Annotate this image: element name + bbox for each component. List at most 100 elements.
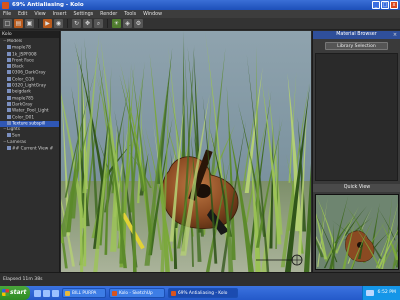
material-icon[interactable]: ◈ — [123, 19, 132, 28]
title-bar: 69% Antialiasing - Kolo _ □ x — [0, 0, 400, 10]
menu-view[interactable]: View — [34, 12, 45, 17]
tree-item[interactable]: ## Current View # — [0, 146, 59, 152]
menu-window[interactable]: Window — [143, 12, 162, 17]
tree-item-label: Cameras — [7, 139, 27, 145]
task-label: 69% Antialiasing - Kolo — [178, 291, 228, 296]
menu-tools[interactable]: Tools — [124, 12, 136, 17]
windows-logo-icon — [2, 289, 9, 296]
media-player-icon[interactable] — [52, 289, 59, 297]
camera-icon[interactable]: ◉ — [54, 19, 63, 28]
show-desktop-icon[interactable] — [34, 289, 41, 297]
material-swatch-icon — [7, 120, 11, 125]
library-selection-button[interactable]: Library Selection — [325, 42, 388, 50]
light-icon[interactable]: ☀ — [112, 19, 121, 28]
tree-item-label: Front Face — [12, 58, 34, 64]
minimize-button[interactable]: _ — [372, 1, 380, 9]
tree-item-label: ## Current View # — [12, 146, 54, 152]
material-swatch-icon — [7, 70, 11, 75]
menu-render[interactable]: Render — [100, 12, 117, 17]
toolbar-separator — [107, 19, 108, 28]
taskbar: start BILL PURPA Kolo - SketchUp 69% Ant… — [0, 286, 400, 300]
material-browser-panel: Material Browser × Library Selection Qui… — [312, 31, 400, 272]
app-logo-icon — [2, 1, 9, 9]
tree-item-label: Color_G16 — [12, 77, 35, 83]
tree-item-label: 0306_DarkGray — [12, 70, 46, 76]
scene-panel: Kolo −Models maple78 1k_JSPF008 Front Face B… — [0, 31, 60, 272]
status-bar: Elapsed 11m 38s — [0, 272, 400, 286]
task-label: BILL PURPA — [72, 291, 97, 296]
scene-tree: −Models maple78 1k_JSPF008 Front Face Black 0… — [0, 38, 59, 153]
material-swatch-icon — [7, 95, 11, 100]
window-title: 69% Antialiasing - Kolo — [12, 2, 84, 8]
zoom-icon[interactable]: ⌕ — [94, 19, 103, 28]
material-swatch-icon — [7, 45, 11, 50]
tree-item-label: 0320_LightGray — [12, 83, 47, 89]
kolo-icon — [171, 291, 176, 296]
clock: 6:52 PM — [377, 290, 396, 295]
sketchup-icon — [112, 291, 117, 296]
taskbar-item-bill-purpa[interactable]: BILL PURPA — [62, 288, 106, 298]
material-swatch-icon — [7, 108, 11, 113]
material-swatch-icon — [7, 64, 11, 69]
tree-item-label: DarkGray — [12, 102, 33, 108]
elapsed-time: Elapsed 11m 38s — [3, 277, 43, 282]
maximize-button[interactable]: □ — [381, 1, 389, 9]
quick-view-bar[interactable]: Quick View — [313, 184, 400, 192]
render-viewport[interactable] — [61, 31, 311, 272]
tree-item-label: Sun — [12, 133, 21, 139]
menu-settings[interactable]: Settings — [73, 12, 93, 17]
material-list-area[interactable] — [315, 53, 398, 181]
material-swatch-icon — [7, 114, 11, 119]
tree-item-label: 1k_JSPF008 — [12, 52, 37, 58]
menu-bar: File Edit View Insert Settings Render To… — [0, 10, 400, 18]
tree-item-label: beigdark — [12, 89, 31, 95]
quick-view-image — [316, 195, 398, 269]
render-icon[interactable]: ▶ — [43, 19, 52, 28]
toolbar: □ ▤ ▣ ▶ ◉ ↻ ✥ ⌕ ☀ ◈ ⚙ — [0, 18, 400, 30]
tree-item-label: maple78 — [12, 45, 31, 51]
menu-insert[interactable]: Insert — [53, 12, 67, 17]
material-swatch-icon — [7, 83, 11, 88]
close-button[interactable]: x — [390, 1, 398, 9]
start-label: start — [10, 289, 27, 296]
tray-icons[interactable] — [366, 290, 375, 296]
material-swatch-icon — [7, 133, 11, 138]
material-swatch-icon — [7, 101, 11, 106]
tree-item-label: Black — [12, 64, 24, 70]
scene-panel-header: Kolo — [0, 31, 59, 38]
menu-edit[interactable]: Edit — [18, 12, 27, 17]
tree-item-label: Models — [7, 39, 23, 44]
system-tray: 6:52 PM — [362, 286, 400, 300]
menu-file[interactable]: File — [3, 12, 11, 17]
app-window: 69% Antialiasing - Kolo _ □ x File Edit … — [0, 0, 400, 300]
material-swatch-icon — [7, 51, 11, 56]
quick-view-preview — [315, 194, 399, 270]
folder-icon — [65, 291, 70, 296]
taskbar-item-sketchup[interactable]: Kolo - SketchUp — [109, 288, 165, 298]
open-icon[interactable]: ▤ — [14, 19, 23, 28]
orbit-icon[interactable]: ↻ — [72, 19, 81, 28]
toolbar-separator — [38, 19, 39, 28]
material-swatch-icon — [7, 146, 11, 151]
pan-icon[interactable]: ✥ — [83, 19, 92, 28]
window-controls: _ □ x — [372, 1, 398, 9]
tree-item-label: Color_D01 — [12, 115, 35, 121]
tree-item-label: Water_Pool_Light — [12, 108, 49, 114]
material-browser-header: Material Browser × — [313, 31, 400, 39]
material-swatch-icon — [7, 76, 11, 81]
settings-icon[interactable]: ⚙ — [134, 19, 143, 28]
tree-item-label: Texture subspill — [12, 121, 46, 127]
taskbar-item-kolo[interactable]: 69% Antialiasing - Kolo — [168, 288, 238, 298]
start-button[interactable]: start — [0, 286, 30, 300]
tree-item-label: Lights — [7, 127, 20, 133]
rendered-scene — [61, 31, 311, 272]
task-label: Kolo - SketchUp — [119, 291, 153, 296]
save-icon[interactable]: ▣ — [25, 19, 34, 28]
material-swatch-icon — [7, 57, 11, 62]
browser-icon[interactable] — [43, 289, 50, 297]
close-panel-icon[interactable]: × — [392, 32, 398, 38]
material-browser-title: Material Browser — [336, 32, 377, 37]
toolbar-separator — [67, 19, 68, 28]
new-icon[interactable]: □ — [3, 19, 12, 28]
material-swatch-icon — [7, 89, 11, 94]
